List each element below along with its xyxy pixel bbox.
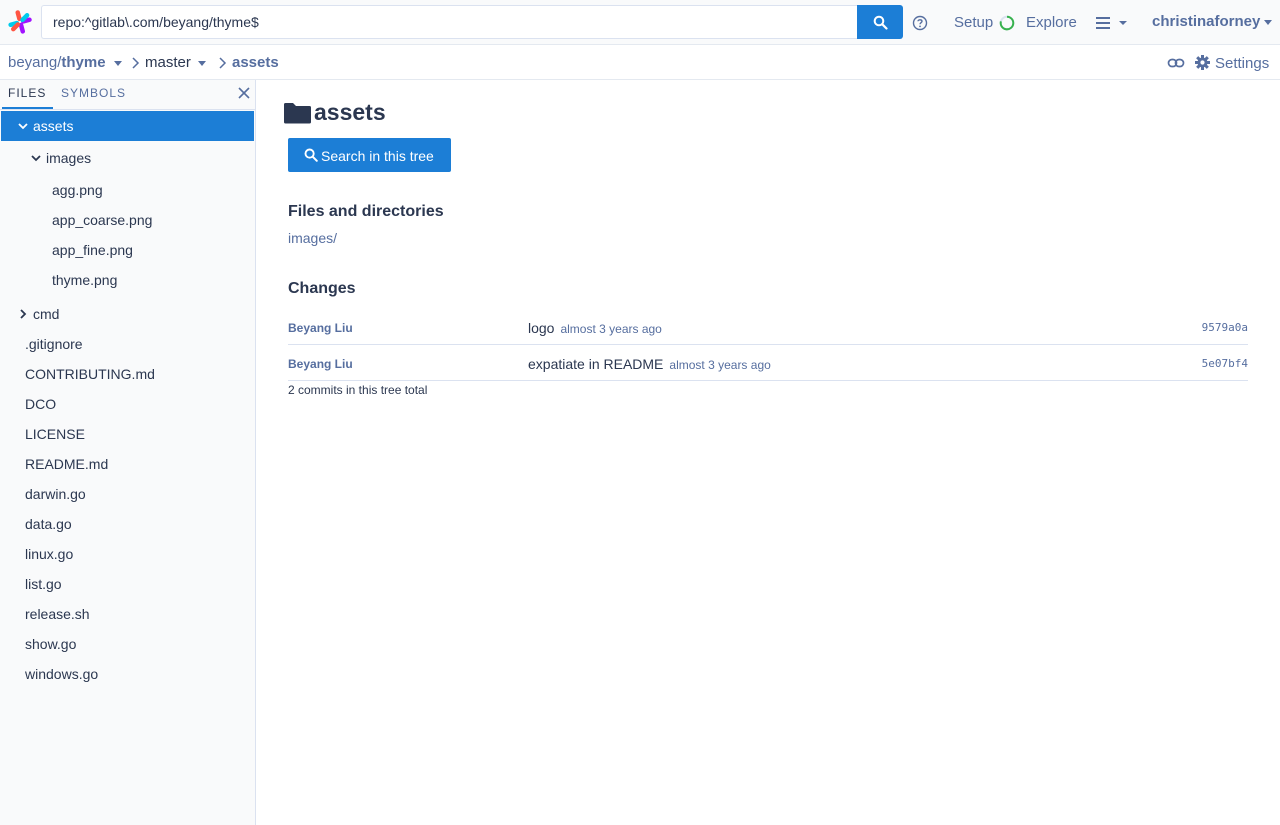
search-icon [304,148,318,162]
tree-item-label: assets [33,118,74,134]
search-box [41,5,857,39]
page-title: assets [314,99,386,125]
tree-item-dir[interactable]: cmd [1,299,254,329]
tree-item-label: .gitignore [25,336,83,352]
repo-owner: beyang/ [8,54,62,71]
navigation-menu-button[interactable] [1094,14,1132,32]
chevron-right-icon [219,57,227,69]
chevron-down-icon [18,123,28,130]
tree-item-file[interactable]: README.md [1,449,254,479]
tree-item-file[interactable]: app_coarse.png [1,205,254,235]
tree-item-label: release.sh [25,606,90,622]
caret-down-icon [1264,19,1273,25]
help-icon[interactable] [912,15,928,31]
tree-item-label: data.go [25,516,72,532]
branch-name: master [145,54,191,71]
tree-item-file[interactable]: darwin.go [1,479,254,509]
tree-item-file[interactable]: thyme.png [1,265,254,295]
username: christinaforney [1152,13,1261,30]
files-heading: Files and directories [288,203,444,220]
user-menu[interactable]: christinaforney [1152,13,1273,30]
commit-sha-link[interactable]: 9579a0a [1202,321,1248,334]
caret-down-icon [113,60,122,66]
settings-link[interactable]: Settings [1194,54,1269,72]
tree-item-file[interactable]: app_fine.png [1,235,254,265]
search-in-tree-button[interactable]: Search in this tree [288,138,451,172]
commit-message[interactable]: expatiate in README almost 3 years ago [528,356,771,372]
tree-item-label: darwin.go [25,486,86,502]
tree-item-label: windows.go [25,666,99,682]
sourcegraph-logo-icon[interactable] [7,9,33,35]
active-tab-indicator [2,107,53,109]
tab-files[interactable]: FILES [8,86,46,100]
tree-item-label: linux.go [25,546,74,562]
branch-selector[interactable]: master [145,54,206,71]
tree-item-label: README.md [25,456,109,472]
tree-item-dir[interactable]: images [1,143,254,173]
link-icon[interactable] [1167,54,1185,72]
commit-message[interactable]: logo almost 3 years ago [528,320,662,336]
tree-item-file[interactable]: linux.go [1,539,254,569]
chevron-down-icon [31,155,41,162]
commit-message-text: expatiate in README [528,356,664,372]
tree-item-label: show.go [25,636,77,652]
commit-row: Beyang Liu expatiate in README almost 3 y… [288,345,1248,381]
close-icon[interactable] [237,86,251,100]
tree-item-file[interactable]: .gitignore [1,329,254,359]
tree-item-label: CONTRIBUTING.md [25,366,155,382]
search-icon [873,15,888,30]
tree-item-label: app_fine.png [52,242,133,258]
tab-symbols[interactable]: SYMBOLS [61,86,126,100]
commit-author: Beyang Liu [288,357,353,371]
tree-item-file[interactable]: DCO [1,389,254,419]
setup-progress-icon [999,15,1015,31]
tree-item-label: LICENSE [25,426,85,442]
directory-link[interactable]: images/ [288,230,337,246]
tree-item-dir[interactable]: assets [1,111,254,141]
repo-header: beyang/thyme master assets [0,45,1280,80]
folder-icon [284,103,311,124]
commit-age: almost 3 years ago [669,358,771,372]
tree-item-file[interactable]: list.go [1,569,254,599]
commit-total: 2 commits in this tree total [288,383,428,397]
breadcrumb-current-dir[interactable]: assets [232,54,279,71]
gear-icon [1195,55,1210,70]
tree-item-label: app_coarse.png [52,212,153,228]
commit-sha-link[interactable]: 5e07bf4 [1202,357,1248,370]
search-in-tree-label: Search in this tree [321,148,434,164]
tree-item-label: cmd [33,306,60,322]
tree-item-label: thyme.png [52,272,118,288]
tree-item-file[interactable]: release.sh [1,599,254,629]
commit-author: Beyang Liu [288,321,353,335]
chevron-right-icon [132,57,140,69]
tree-item-file[interactable]: agg.png [1,175,254,205]
tree-item-file[interactable]: LICENSE [1,419,254,449]
search-button[interactable] [857,5,903,39]
tree-page: assets Search in this tree Files and dir… [256,80,1280,825]
tree-item-label: agg.png [52,182,103,198]
caret-down-icon [197,60,206,66]
search-input[interactable] [42,6,857,38]
tree-item-file[interactable]: windows.go [1,659,254,689]
commit-age: almost 3 years ago [560,322,662,336]
chevron-right-icon [20,309,27,319]
repo-selector[interactable]: beyang/thyme [8,54,122,71]
commit-message-text: logo [528,320,555,336]
changes-heading: Changes [288,280,356,297]
sidebar-tabs: FILES SYMBOLS [0,80,256,110]
setup-link[interactable]: Setup [954,14,993,31]
tree-item-label: images [46,150,92,166]
explore-link[interactable]: Explore [1026,14,1077,31]
tree-item-file[interactable]: data.go [1,509,254,539]
tree-item-label: list.go [25,576,62,592]
tree-item-label: DCO [25,396,57,412]
file-tree-panel: FILES SYMBOLS assets images agg.png app_… [0,80,256,825]
hamburger-icon [1096,17,1127,29]
repo-name: thyme [61,54,106,71]
tree-item-file[interactable]: CONTRIBUTING.md [1,359,254,389]
settings-label: Settings [1215,55,1270,72]
top-navbar: Setup Explore christinaforney [0,0,1280,45]
tree-item-file[interactable]: show.go [1,629,254,659]
commit-row: Beyang Liu logo almost 3 years ago 9579a0… [288,309,1248,345]
